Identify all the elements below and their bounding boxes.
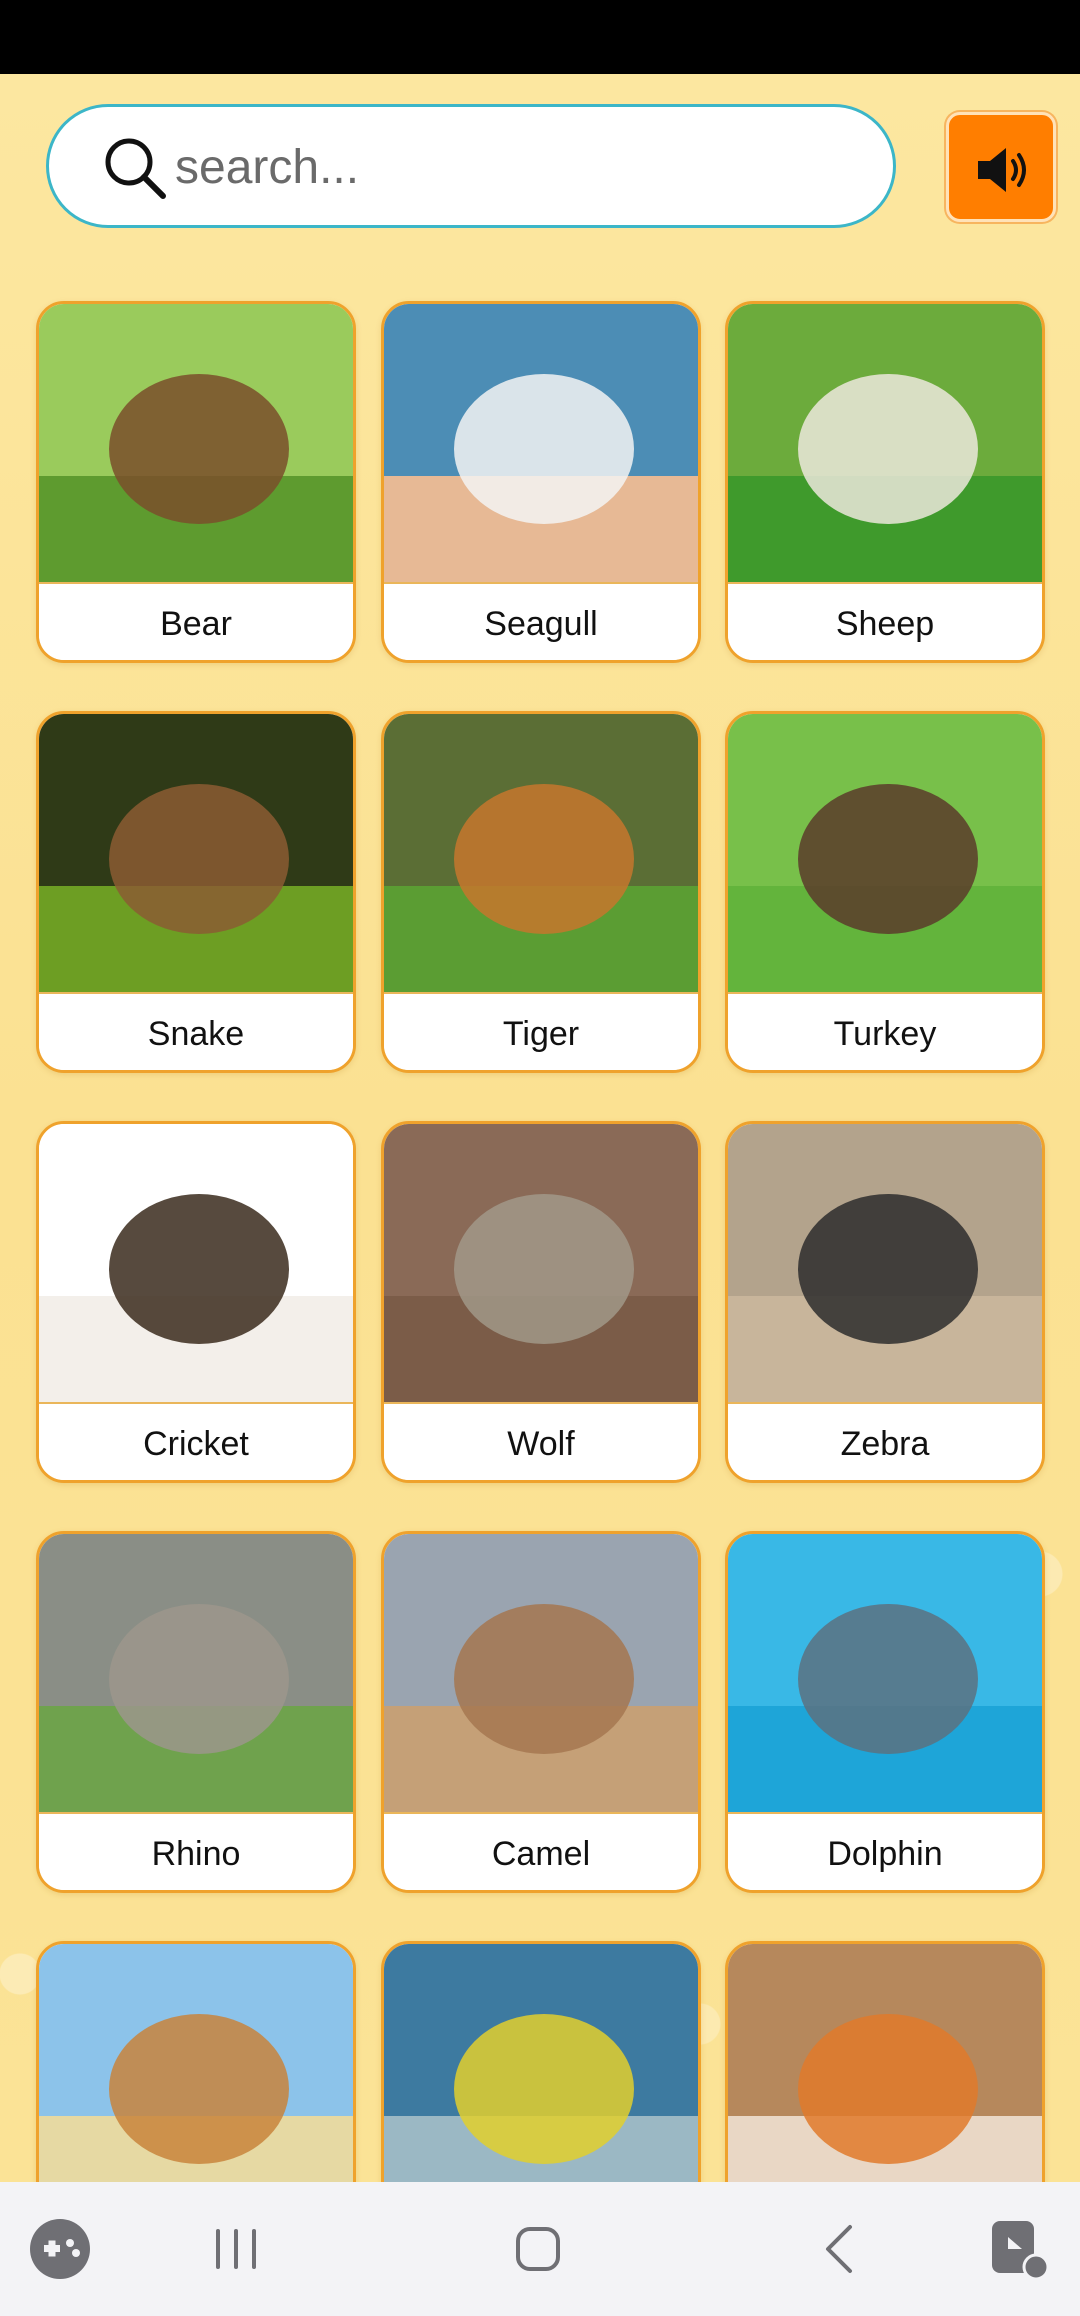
animal-card[interactable]: Cricket <box>36 1121 356 1483</box>
search-icon <box>105 138 166 199</box>
animal-label: Seagull <box>384 582 698 660</box>
animal-label: Wolf <box>384 1402 698 1480</box>
home-icon[interactable] <box>498 2209 578 2289</box>
animal-photo <box>728 304 1042 582</box>
animal-photo <box>39 304 353 582</box>
animal-card[interactable]: Wolf <box>381 1121 701 1483</box>
animal-label: Tiger <box>384 992 698 1070</box>
game-launcher-icon[interactable] <box>20 2209 100 2289</box>
animal-photo <box>728 1944 1042 2182</box>
back-icon[interactable] <box>800 2209 880 2289</box>
touch-accessibility-icon[interactable] <box>978 2209 1058 2289</box>
animal-card[interactable]: Rhino <box>36 1531 356 1893</box>
navigation-bar <box>0 2182 1080 2316</box>
animal-label: Zebra <box>728 1402 1042 1480</box>
animal-photo <box>39 1124 353 1402</box>
animal-label: Rhino <box>39 1812 353 1890</box>
animal-photo <box>384 1944 698 2182</box>
animal-label: Snake <box>39 992 353 1070</box>
speaker-icon <box>978 148 1026 192</box>
animal-card[interactable]: Tiger <box>381 711 701 1073</box>
animal-card[interactable]: Turkey <box>725 711 1045 1073</box>
animal-photo <box>39 714 353 992</box>
animal-card[interactable]: Camel <box>381 1531 701 1893</box>
search-bar[interactable] <box>46 104 896 228</box>
animal-label: Turkey <box>728 992 1042 1070</box>
animal-photo <box>384 1534 698 1812</box>
animal-photo <box>384 1124 698 1402</box>
animal-card[interactable]: Seagull <box>381 301 701 663</box>
sound-toggle-button[interactable] <box>946 112 1056 222</box>
animal-card[interactable]: Bear <box>36 301 356 663</box>
animal-grid: Bear Seagull Sheep Snake Tiger Turkey Cricket W… <box>0 0 1080 2182</box>
animal-label: Bear <box>39 582 353 660</box>
animal-card[interactable] <box>725 1941 1045 2182</box>
animal-label: Camel <box>384 1812 698 1890</box>
animal-card[interactable]: Sheep <box>725 301 1045 663</box>
animal-photo <box>728 714 1042 992</box>
animal-photo <box>728 1124 1042 1402</box>
animal-label: Dolphin <box>728 1812 1042 1890</box>
animal-photo <box>39 1534 353 1812</box>
animal-card[interactable]: Zebra <box>725 1121 1045 1483</box>
animal-card[interactable]: Snake <box>36 711 356 1073</box>
animal-photo <box>39 1944 353 2182</box>
recent-apps-icon[interactable] <box>196 2209 276 2289</box>
animal-photo <box>384 304 698 582</box>
search-input[interactable] <box>175 127 855 207</box>
animal-label: Sheep <box>728 582 1042 660</box>
animal-photo <box>728 1534 1042 1812</box>
animal-card[interactable]: Dolphin <box>725 1531 1045 1893</box>
animal-label: Cricket <box>39 1402 353 1480</box>
animal-card[interactable] <box>381 1941 701 2182</box>
animal-photo <box>384 714 698 992</box>
animal-card[interactable] <box>36 1941 356 2182</box>
